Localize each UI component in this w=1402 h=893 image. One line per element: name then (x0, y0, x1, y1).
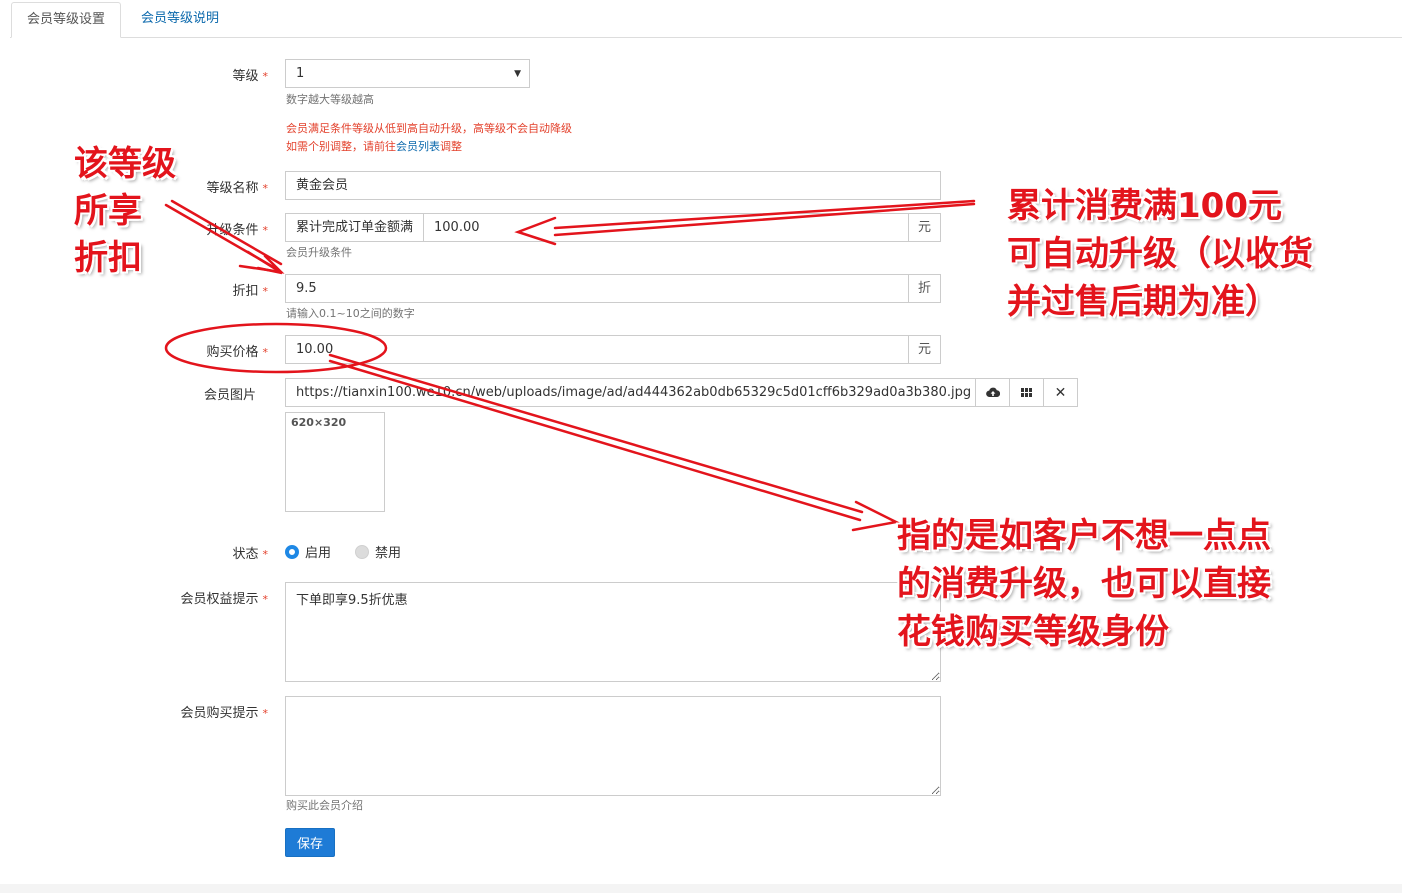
discount-label: 折扣 * (232, 284, 268, 299)
price-field[interactable]: 10.00 元 (285, 335, 941, 364)
level-select-value: 1 (296, 66, 305, 81)
benefit-tip-label: 会员权益提示 * (180, 592, 268, 607)
tab-bar: 会员等级设置 会员等级说明 (10, 0, 1402, 38)
tab-level-description[interactable]: 会员等级说明 (126, 2, 234, 38)
price-annotation: 指的是如客户不想一点点 的消费升级，也可以直接 花钱购买等级身份 (897, 516, 1271, 652)
image-url-field[interactable]: https://tianxin100.we10.cn/web/uploads/i… (285, 378, 1078, 407)
chevron-down-icon: ▼ (514, 68, 521, 79)
status-label: 状态 * (232, 547, 268, 562)
status-disabled-label[interactable]: 禁用 (375, 542, 401, 561)
price-unit: 元 (907, 336, 940, 363)
status-enabled-label[interactable]: 启用 (305, 542, 331, 561)
discount-field[interactable]: 9.5 折 (285, 274, 941, 303)
discount-annotation: 该等级 所享 折扣 (74, 144, 176, 278)
cloud-upload-icon[interactable] (975, 379, 1009, 406)
upgrade-condition-help: 会员升级条件 (286, 246, 352, 259)
purchase-tip-label: 会员购买提示 * (180, 706, 268, 721)
thumbnail-size-text: 620×320 (291, 416, 347, 429)
grid-icon[interactable] (1009, 379, 1043, 406)
price-input[interactable]: 10.00 (286, 336, 908, 363)
status-radio-group: 启用 禁用 (285, 542, 419, 561)
status-disabled-radio[interactable] (355, 544, 370, 559)
save-button[interactable]: 保存 (285, 828, 335, 857)
close-icon[interactable]: ✕ (1043, 379, 1077, 406)
upgrade-condition-field[interactable]: 累计完成订单金额满 100.00 元 (285, 213, 941, 242)
discount-help: 请输入0.1~10之间的数字 (286, 307, 415, 320)
upgrade-annotation: 累计消费满100元 可自动升级（以收货 并过售后期为准） (1007, 186, 1313, 322)
level-name-label: 等级名称 * (206, 181, 268, 196)
level-name-field[interactable]: 黄金会员 (285, 171, 941, 200)
price-label: 购买价格 * (206, 345, 268, 360)
image-thumbnail: 620×320 (285, 412, 385, 512)
discount-unit: 折 (907, 275, 940, 302)
upgrade-condition-label: 升级条件 * (206, 223, 268, 238)
upgrade-condition-type: 累计完成订单金额满 (286, 214, 425, 241)
image-url-input[interactable]: https://tianxin100.we10.cn/web/uploads/i… (286, 379, 975, 406)
level-warning-line1: 会员满足条件等级从低到高自动升级，高等级不会自动降级 (286, 122, 572, 135)
upgrade-amount-input[interactable]: 100.00 (424, 214, 908, 241)
image-label: 会员图片 (203, 388, 256, 403)
purchase-tip-textarea[interactable] (285, 696, 941, 796)
benefit-tip-textarea[interactable] (285, 582, 941, 682)
level-warning-line2: 如需个别调整，请前往会员列表调整 (286, 140, 462, 153)
level-select[interactable]: 1 ▼ (285, 59, 530, 88)
status-enabled-radio[interactable] (285, 544, 299, 559)
footer-strip (0, 884, 1402, 893)
purchase-tip-help: 购买此会员介绍 (286, 799, 363, 812)
level-label: 等级 * (232, 69, 268, 84)
level-help: 数字越大等级越高 (286, 93, 374, 106)
member-list-link[interactable]: 会员列表 (396, 140, 440, 153)
upgrade-unit: 元 (907, 214, 940, 241)
tab-level-settings[interactable]: 会员等级设置 (11, 2, 122, 38)
discount-input[interactable]: 9.5 (286, 275, 908, 302)
